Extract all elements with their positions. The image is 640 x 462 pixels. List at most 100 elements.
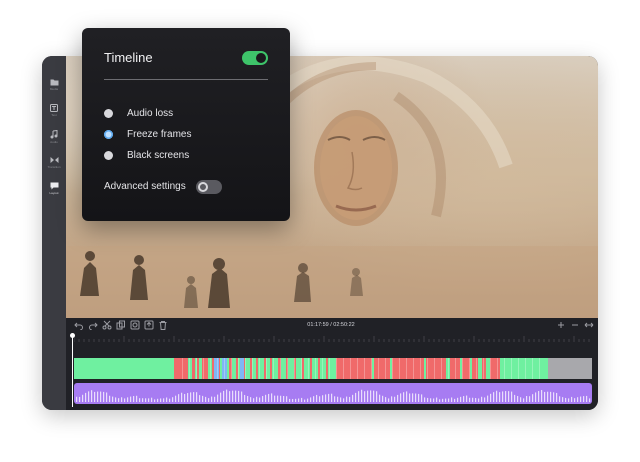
clip-segment[interactable]: [74, 358, 592, 379]
clip-divider: [196, 358, 197, 379]
clip-divider: [455, 358, 456, 379]
waveform-bar: [145, 398, 147, 402]
sidebar-item-transition[interactable]: Transition: [42, 156, 66, 178]
playhead-handle[interactable]: [70, 333, 75, 338]
waveform-bar: [343, 398, 345, 402]
issue-segment[interactable]: [174, 358, 188, 379]
issue-segment[interactable]: [374, 358, 390, 379]
waveform-bar: [328, 393, 330, 402]
issue-segment[interactable]: [202, 358, 208, 379]
freeze-segment[interactable]: [214, 358, 219, 379]
delete-icon[interactable]: [158, 320, 168, 330]
clip-divider: [315, 358, 316, 379]
waveform-bar: [340, 397, 342, 402]
issue-segment[interactable]: [264, 358, 266, 379]
freeze-segment[interactable]: [240, 358, 244, 379]
timecode-display: 01:17:59 / 02:50:22: [307, 322, 355, 328]
radio-button[interactable]: [104, 150, 113, 160]
waveform-bar: [76, 396, 78, 402]
waveform-bar: [502, 391, 504, 402]
issue-segment[interactable]: [192, 358, 195, 379]
waveform-bar: [280, 395, 282, 402]
sidebar-item-text[interactable]: Text: [42, 104, 66, 126]
waveform-bar: [121, 397, 123, 402]
unanalyzed-segment[interactable]: [548, 358, 592, 379]
issue-segment[interactable]: [426, 358, 446, 379]
radio-button-selected[interactable]: [104, 129, 113, 139]
issue-segment[interactable]: [462, 358, 470, 379]
export-icon[interactable]: [144, 320, 154, 330]
cut-icon[interactable]: [102, 320, 112, 330]
waveform-bar: [553, 392, 555, 402]
waveform-bar: [568, 398, 570, 402]
waveform-bar: [325, 394, 327, 402]
option-label: Black screens: [127, 149, 190, 161]
waveform-bar: [487, 395, 489, 402]
sidebar-item-media[interactable]: Media: [42, 78, 66, 100]
popup-title: Timeline: [104, 50, 153, 65]
waveform-bar: [244, 394, 246, 402]
clip-divider: [469, 358, 470, 379]
waveform-bar: [367, 390, 369, 402]
waveform-bar: [493, 392, 495, 402]
redo-icon[interactable]: [88, 320, 98, 330]
issue-segment[interactable]: [197, 358, 199, 379]
waveform-bar: [307, 398, 309, 402]
waveform-bar: [520, 397, 522, 402]
clip-divider: [511, 358, 512, 379]
undo-icon[interactable]: [74, 320, 84, 330]
copy-icon[interactable]: [116, 320, 126, 330]
issue-segment[interactable]: [392, 358, 424, 379]
issue-segment[interactable]: [490, 358, 500, 379]
waveform-bar: [250, 397, 252, 402]
zoom-out-icon[interactable]: [570, 320, 580, 330]
sidebar-item-audio[interactable]: Audio: [42, 130, 66, 152]
waveform-bar: [358, 391, 360, 402]
clip-divider: [364, 358, 365, 379]
fit-icon[interactable]: [584, 320, 594, 330]
issue-segment[interactable]: [336, 358, 372, 379]
sidebar-item-layout[interactable]: Layout: [42, 182, 66, 204]
clip-divider: [427, 358, 428, 379]
waveform-bar: [577, 397, 579, 402]
playhead[interactable]: [72, 337, 73, 407]
waveform-bar: [292, 398, 294, 402]
issue-segment[interactable]: [326, 358, 328, 379]
audio-track[interactable]: [74, 383, 592, 404]
waveform-bar: [547, 391, 549, 402]
issue-segment[interactable]: [256, 358, 258, 379]
advanced-settings-toggle[interactable]: [196, 180, 222, 194]
waveform-bar: [574, 398, 576, 402]
issue-segment[interactable]: [310, 358, 312, 379]
issue-segment[interactable]: [250, 358, 252, 379]
option-audio-loss[interactable]: Audio loss: [104, 106, 173, 120]
timeline-toolbar: 01:17:59 / 02:50:22: [66, 318, 598, 332]
waveform-bar: [406, 391, 408, 402]
issue-segment[interactable]: [472, 358, 478, 379]
waveform-bar: [79, 396, 81, 402]
snapshot-icon[interactable]: [130, 320, 140, 330]
waveform-bar: [112, 396, 114, 402]
radio-button[interactable]: [104, 108, 113, 118]
time-ruler[interactable]: [74, 332, 592, 356]
option-black-screens[interactable]: Black screens: [104, 148, 189, 162]
waveform-bar: [361, 389, 363, 402]
waveform-bar: [535, 392, 537, 402]
issue-segment[interactable]: [318, 358, 320, 379]
waveform-bar: [100, 391, 102, 402]
waveform-bar: [277, 395, 279, 402]
waveform-bar: [571, 396, 573, 402]
option-freeze-frames[interactable]: Freeze frames: [104, 127, 191, 141]
clip-divider: [252, 358, 253, 379]
timeline-toggle[interactable]: [242, 51, 268, 65]
issue-segment[interactable]: [236, 358, 238, 379]
option-label: Audio loss: [127, 107, 174, 119]
waveform-bar: [187, 393, 189, 402]
issue-segment[interactable]: [270, 358, 272, 379]
zoom-in-icon[interactable]: [556, 320, 566, 330]
issue-segment[interactable]: [302, 358, 304, 379]
waveform-bar: [442, 398, 444, 402]
issue-segment[interactable]: [482, 358, 486, 379]
waveform-bar: [106, 392, 108, 402]
video-track[interactable]: [74, 358, 592, 379]
